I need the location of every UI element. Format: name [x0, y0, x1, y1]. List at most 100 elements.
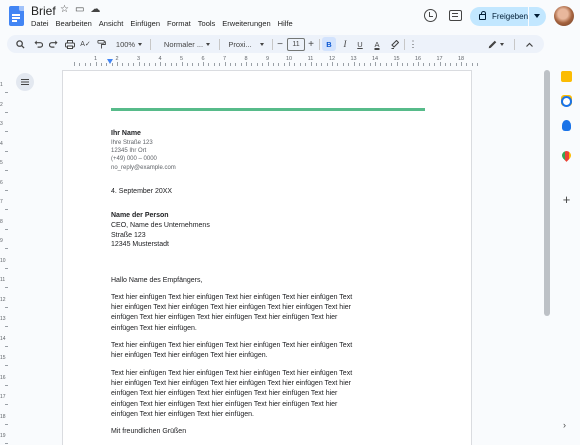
ruler-number: 10 [0, 257, 6, 264]
scrollbar-thumb[interactable] [544, 70, 550, 316]
contacts-icon[interactable] [562, 120, 571, 131]
ruler-tick [5, 228, 8, 230]
collapse-icon[interactable] [523, 35, 535, 53]
undo-icon[interactable] [33, 35, 43, 53]
ruler-tick [90, 63, 92, 66]
document-title[interactable]: Brief [31, 4, 56, 18]
comment-icon[interactable] [449, 10, 462, 21]
menu-file[interactable]: Datei [31, 19, 49, 28]
menu-edit[interactable]: Bearbeiten [56, 19, 92, 28]
paint-format-icon[interactable] [96, 35, 106, 53]
bold-button[interactable]: B [322, 37, 336, 51]
ruler-tick [213, 63, 215, 66]
ruler-tick [391, 63, 393, 66]
ruler-tick [5, 423, 8, 425]
paragraph-line: einfügen Text hier einfügen Text hier ei… [111, 390, 338, 398]
font-size-input[interactable]: 11 [287, 37, 305, 51]
ruler-tick [192, 63, 194, 66]
menu-tools[interactable]: Tools [198, 19, 216, 28]
ruler-tick [315, 63, 317, 66]
ruler-tick [5, 287, 8, 288]
docs-logo-icon[interactable] [9, 6, 24, 26]
share-dropdown-icon[interactable] [534, 14, 540, 18]
lock-icon [479, 10, 486, 20]
more-icon[interactable]: ⋮ [409, 35, 418, 53]
ruler-tick [337, 63, 339, 66]
menu-bar: Datei Bearbeiten Ansicht Einfügen Format… [31, 19, 293, 28]
paragraph-line: einfügen Text hier einfügen. [111, 324, 197, 332]
spellcheck-icon[interactable]: A✓ [80, 35, 91, 53]
ruler-number: 13 [350, 56, 357, 62]
decrease-font-size-button[interactable]: − [275, 35, 285, 53]
star-icon[interactable]: ☆ [60, 4, 69, 15]
avatar[interactable] [554, 6, 574, 26]
ruler-number: 6 [0, 179, 3, 186]
menu-extensions[interactable]: Erweiterungen [222, 19, 270, 28]
ruler-tick [111, 63, 113, 66]
font-select[interactable]: Proxi... [223, 35, 269, 53]
ruler-tick [224, 62, 226, 66]
redo-icon[interactable] [48, 35, 58, 53]
ruler-tick [143, 63, 145, 66]
underline-button[interactable]: U [354, 35, 366, 53]
ruler-tick [299, 63, 301, 66]
ruler-tick [5, 170, 8, 171]
document-page[interactable]: Ihr Name Ihre Straße 123 12345 Ihr Ort (… [62, 70, 472, 445]
ruler-tick [375, 62, 376, 66]
ruler-tick [79, 63, 81, 66]
style-select[interactable]: Normaler ... [157, 35, 217, 53]
ruler-tick [106, 63, 108, 66]
ruler-tick [423, 63, 425, 66]
menu-insert[interactable]: Einfügen [130, 19, 160, 28]
ruler-tick [5, 365, 8, 366]
ruler-tick [358, 63, 360, 66]
text-color-button[interactable]: A [371, 35, 383, 53]
ruler-tick [477, 63, 479, 66]
vertical-scrollbar[interactable] [543, 70, 551, 445]
zoom-select[interactable]: 100% [113, 35, 145, 53]
maps-icon[interactable] [560, 149, 573, 162]
italic-button[interactable]: I [339, 35, 351, 53]
ruler-tick [267, 62, 269, 66]
paragraph-2: Text hier einfügen Text hier einfügen Te… [111, 341, 352, 361]
history-icon[interactable] [424, 9, 437, 22]
ruler-number: 18 [0, 413, 6, 420]
print-icon[interactable] [64, 35, 75, 53]
ruler-tick [100, 63, 102, 66]
menu-format[interactable]: Format [167, 19, 191, 28]
ruler-tick [5, 384, 8, 386]
ruler-number: 2 [115, 56, 119, 62]
ruler-tick [310, 62, 312, 66]
ruler-number: 11 [307, 56, 314, 62]
add-icon[interactable]: + [561, 193, 572, 206]
ruler-tick [219, 63, 221, 66]
ruler-number: 1 [93, 56, 98, 62]
ruler-number: 5 [179, 56, 184, 62]
ruler-tick [181, 62, 183, 66]
recipient-city: 12345 Musterstadt [111, 241, 169, 248]
ruler-number: 17 [436, 56, 443, 62]
share-button[interactable]: Freigeben [470, 7, 546, 26]
horizontal-ruler[interactable]: 1 2 3 4 5 6 7 8 9 10 11 12 13 14 15 16 17 18 [60, 56, 479, 66]
ruler-number: 2 [0, 101, 3, 108]
cloud-saved-icon[interactable]: ☁ [90, 4, 100, 15]
highlight-icon[interactable] [389, 35, 400, 53]
tasks-icon[interactable] [561, 96, 572, 107]
menu-help[interactable]: Hilfe [278, 19, 293, 28]
calendar-icon[interactable] [561, 71, 572, 82]
ruler-number: 12 [328, 56, 336, 62]
ruler-tick [364, 63, 366, 66]
pen-icon[interactable] [487, 35, 505, 53]
ruler-tick [5, 92, 8, 93]
ruler-number: 17 [0, 394, 6, 400]
search-icon[interactable] [14, 35, 26, 53]
ruler-number: 4 [158, 56, 162, 62]
vertical-ruler[interactable]: 1 2 3 4 5 6 7 8 9 10 11 12 13 14 15 16 17 18 19 [0, 68, 8, 445]
ruler-tick [332, 62, 333, 66]
menu-view[interactable]: Ansicht [99, 19, 124, 28]
ruler-number: 14 [0, 335, 6, 342]
move-folder-icon[interactable]: ▭ [75, 4, 84, 15]
outline-icon[interactable] [16, 73, 34, 91]
expand-panel-icon[interactable]: › [563, 420, 566, 430]
increase-font-size-button[interactable]: + [306, 35, 316, 53]
